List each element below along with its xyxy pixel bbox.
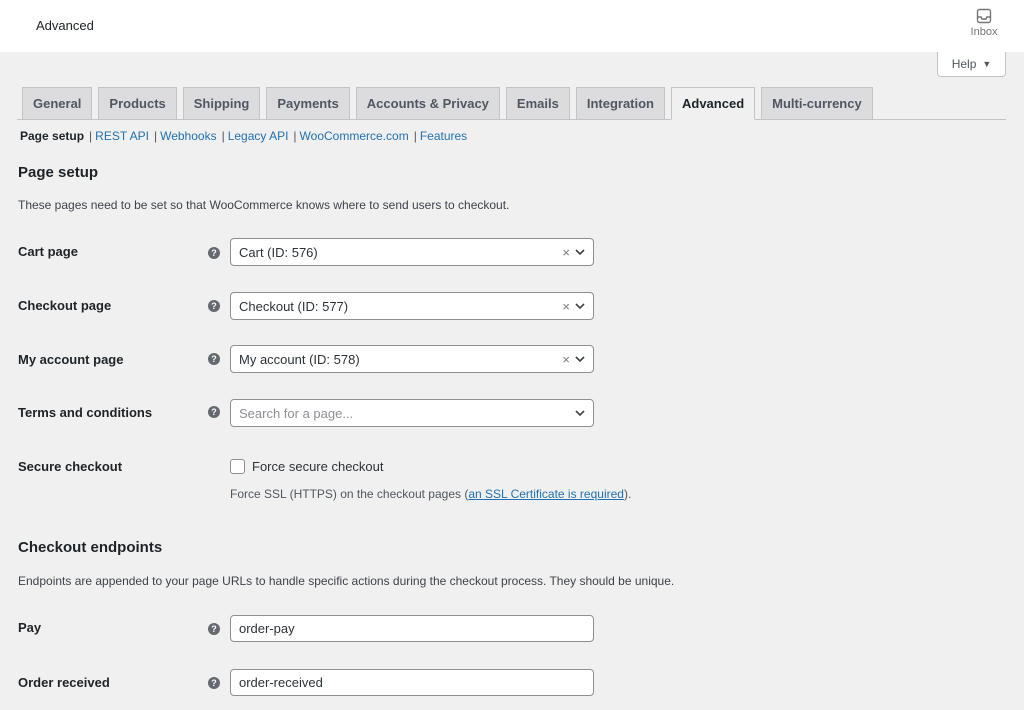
cart-page-select[interactable]: Cart (ID: 576) × xyxy=(230,238,594,266)
tab-accounts-privacy[interactable]: Accounts & Privacy xyxy=(355,87,500,119)
clear-icon[interactable]: × xyxy=(562,245,570,260)
ssl-certificate-link[interactable]: an SSL Certificate is required xyxy=(468,487,624,501)
pay-endpoint-label: Pay xyxy=(18,620,42,635)
subnav-separator: | xyxy=(153,129,158,143)
checkout-page-select[interactable]: Checkout (ID: 577) × xyxy=(230,292,594,320)
force-secure-checkout-label[interactable]: Force secure checkout xyxy=(252,459,384,474)
clear-icon[interactable]: × xyxy=(562,299,570,314)
tab-advanced[interactable]: Advanced xyxy=(671,87,756,120)
caret-down-icon: ▼ xyxy=(982,59,992,69)
tab-emails[interactable]: Emails xyxy=(505,87,570,119)
order-received-endpoint-input[interactable]: order-received xyxy=(230,669,594,696)
tab-payments[interactable]: Payments xyxy=(266,87,350,119)
subnav-webhooks[interactable]: Webhooks xyxy=(160,129,216,143)
subnav-rest-api[interactable]: REST API xyxy=(95,129,149,143)
inbox-label: Inbox xyxy=(970,26,998,38)
page-setup-description: These pages need to be set so that WooCo… xyxy=(18,198,510,212)
subnav-separator: | xyxy=(221,129,225,143)
chevron-down-icon xyxy=(575,249,585,256)
my-account-page-select[interactable]: My account (ID: 578) × xyxy=(230,345,594,373)
terms-page-select[interactable]: Search for a page... xyxy=(230,399,594,427)
terms-page-label: Terms and conditions xyxy=(18,405,153,420)
tab-shipping[interactable]: Shipping xyxy=(182,87,261,119)
help-label: Help xyxy=(951,57,977,71)
checkout-page-value: Checkout (ID: 577) xyxy=(239,298,349,314)
subnav-features[interactable]: Features xyxy=(420,129,467,143)
help-button[interactable]: Help ▼ xyxy=(937,52,1006,77)
my-account-page-label: My account page xyxy=(18,352,124,367)
help-tip-icon[interactable]: ? xyxy=(208,247,220,259)
secure-help-suffix: ). xyxy=(623,487,632,501)
help-tip-icon[interactable]: ? xyxy=(208,623,220,635)
terms-page-placeholder: Search for a page... xyxy=(239,405,354,421)
chevron-down-icon xyxy=(575,356,585,363)
help-tip-icon[interactable]: ? xyxy=(208,300,220,312)
chevron-down-icon xyxy=(575,410,585,417)
help-tip-icon[interactable]: ? xyxy=(208,677,220,689)
cart-page-value: Cart (ID: 576) xyxy=(239,244,318,260)
inbox-icon xyxy=(976,8,992,24)
checkout-endpoints-description: Endpoints are appended to your page URLs… xyxy=(18,574,675,588)
subnav-page-setup[interactable]: Page setup xyxy=(20,129,84,143)
chevron-down-icon xyxy=(575,303,585,310)
top-bar: Advanced Inbox xyxy=(0,0,1024,52)
subnav-separator: | xyxy=(293,129,297,143)
tabs-divider xyxy=(17,119,1006,120)
subnav-legacy-api[interactable]: Legacy API xyxy=(228,129,289,143)
clear-icon[interactable]: × xyxy=(562,352,570,367)
secure-checkout-description: Force SSL (HTTPS) on the checkout pages … xyxy=(230,487,631,501)
subnav-woocommerce-com[interactable]: WooCommerce.com xyxy=(300,129,409,143)
pay-endpoint-input[interactable]: order-pay xyxy=(230,615,594,642)
subnav-separator: | xyxy=(89,129,93,143)
secure-help-prefix: Force SSL (HTTPS) on the checkout pages … xyxy=(230,487,469,501)
tab-products[interactable]: Products xyxy=(98,87,177,119)
subsection-nav: Page setup | REST API | Webhooks | Legac… xyxy=(20,129,467,143)
inbox-button[interactable]: Inbox xyxy=(966,8,1002,38)
tab-integration[interactable]: Integration xyxy=(575,87,665,119)
subnav-separator: | xyxy=(413,129,417,143)
help-tip-icon[interactable]: ? xyxy=(208,353,220,365)
cart-page-label: Cart page xyxy=(18,244,78,259)
tab-general[interactable]: General xyxy=(22,87,93,119)
order-received-endpoint-label: Order received xyxy=(18,675,110,690)
my-account-page-value: My account (ID: 578) xyxy=(239,351,360,367)
force-secure-checkout-checkbox[interactable] xyxy=(230,459,245,474)
help-tip-icon[interactable]: ? xyxy=(208,406,220,418)
checkout-page-label: Checkout page xyxy=(18,298,112,313)
page-title: Advanced xyxy=(36,18,94,33)
checkout-endpoints-heading: Checkout endpoints xyxy=(18,539,163,556)
tab-multi-currency[interactable]: Multi-currency xyxy=(761,87,873,119)
secure-checkout-label: Secure checkout xyxy=(18,459,123,474)
settings-tabs: General Products Shipping Payments Accou… xyxy=(22,87,873,120)
page-setup-heading: Page setup xyxy=(18,164,99,181)
